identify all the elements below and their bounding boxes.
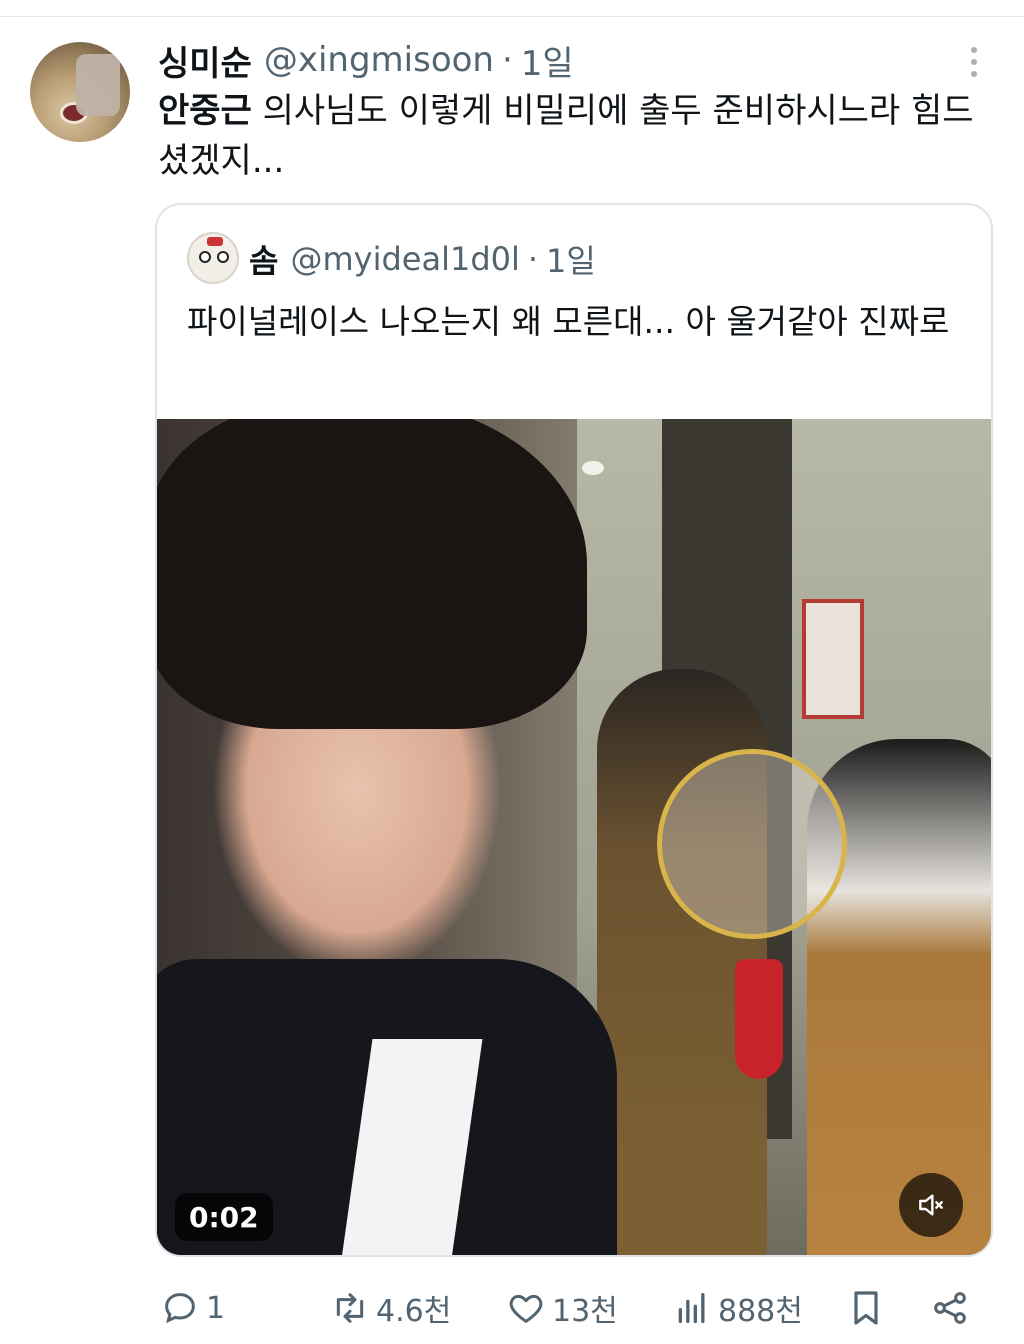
divider xyxy=(0,16,1024,17)
quote-avatar[interactable] xyxy=(187,232,239,284)
video-scene-hair xyxy=(157,419,587,729)
mute-icon xyxy=(919,1194,943,1216)
quote-timestamp[interactable]: 1일 xyxy=(546,236,596,282)
more-icon[interactable] xyxy=(964,44,984,80)
reply-icon xyxy=(165,1293,195,1324)
view-count: 888천 xyxy=(718,1294,803,1329)
video-duration: 0:02 xyxy=(175,1193,273,1241)
heart-icon xyxy=(509,1294,543,1323)
separator: · xyxy=(501,40,513,80)
share-button[interactable] xyxy=(930,1280,976,1336)
tweet-text-bold: 안중근 xyxy=(158,91,252,131)
quote-handle[interactable]: @myideal1d0l xyxy=(290,240,519,278)
tweet-text: 안중근 의사님도 이렇게 비밀리에 출두 준비하시느라 힘드셨겠지... xyxy=(158,86,988,186)
reply-count: 1 xyxy=(206,1290,226,1326)
video-scene-sign xyxy=(802,599,864,719)
retweet-button[interactable]: 4.6천 xyxy=(330,1280,451,1336)
quote-separator: · xyxy=(527,240,539,278)
avatar-eye-left xyxy=(199,251,211,263)
avatar-bow xyxy=(207,237,223,246)
avatar-blur xyxy=(76,54,120,116)
bookmark-button[interactable] xyxy=(846,1280,892,1336)
quoted-tweet[interactable]: 솜 @myideal1d0l · 1일 파이널레이스 나오는지 왜 모른대...… xyxy=(155,203,993,1257)
video-player[interactable]: 0:02 xyxy=(157,419,991,1255)
share-icon xyxy=(934,1292,966,1324)
quote-header: 솜 @myideal1d0l · 1일 xyxy=(249,237,596,281)
like-count: 13천 xyxy=(552,1294,618,1329)
tweet-text-rest: 의사님도 이렇게 비밀리에 출두 준비하시느라 힘드셨겠지... xyxy=(158,91,974,181)
mute-button[interactable] xyxy=(899,1173,963,1237)
reply-button[interactable]: 1 xyxy=(160,1280,225,1336)
tweet-header: 싱미순 @xingmisoon · 1일 xyxy=(158,36,574,85)
bookmark-icon xyxy=(854,1291,878,1325)
like-button[interactable]: 13천 xyxy=(506,1280,618,1336)
handle[interactable]: @xingmisoon xyxy=(264,40,494,80)
quote-display-name[interactable]: 솜 xyxy=(249,236,278,282)
views-icon xyxy=(678,1293,705,1323)
display-name[interactable]: 싱미순 xyxy=(158,36,252,85)
retweet-icon xyxy=(336,1293,364,1323)
action-bar: 1 4.6천 13천 888천 xyxy=(0,1280,1024,1336)
timestamp[interactable]: 1일 xyxy=(521,36,574,85)
video-scene-tassel xyxy=(735,959,783,1079)
video-scene-ornament xyxy=(657,749,847,939)
views-button[interactable]: 888천 xyxy=(672,1280,803,1336)
quote-text: 파이널레이스 나오는지 왜 모른대... 아 울거같아 진짜로 xyxy=(187,302,950,341)
avatar-eye-right xyxy=(217,251,229,263)
avatar[interactable] xyxy=(30,42,130,142)
retweet-count: 4.6천 xyxy=(376,1294,452,1329)
